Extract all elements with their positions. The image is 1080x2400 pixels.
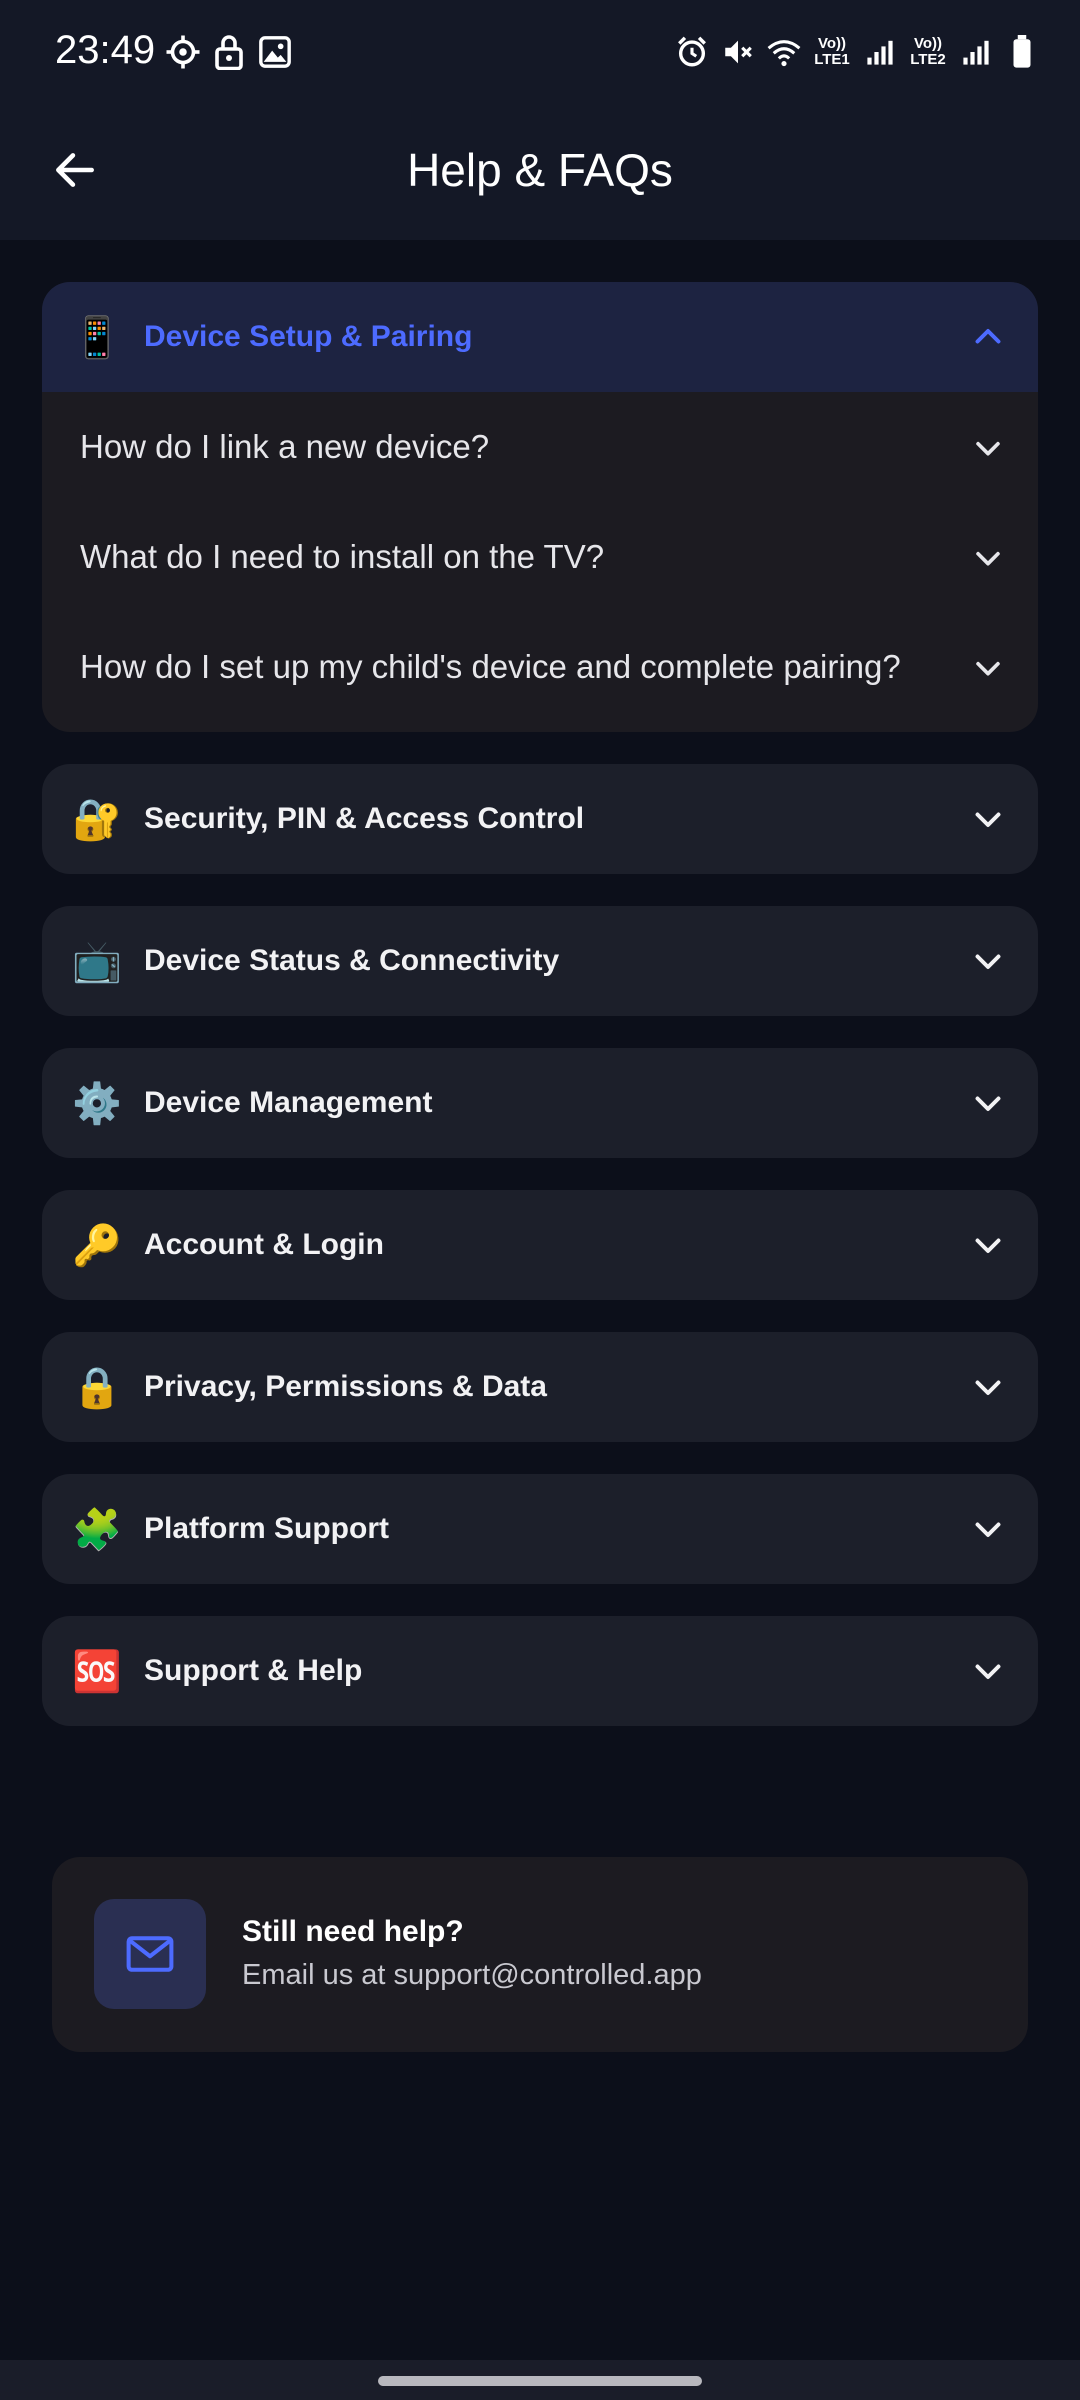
battery-icon [1004,32,1040,72]
faq-section-header[interactable]: 🆘 Support & Help [42,1616,1038,1726]
lte2-label: Vo)) LTE2 [910,35,946,68]
television-icon: 📺 [72,939,122,984]
settings-icon [165,32,201,72]
faq-section-title: Security, PIN & Access Control [144,802,585,835]
chevron-down-icon [968,1225,1008,1265]
lte2-signal-icon [958,32,994,72]
chevron-down-icon [968,1367,1008,1407]
faq-section-support-help: 🆘 Support & Help [42,1616,1038,1726]
page-title: Help & FAQs [407,144,673,196]
status-time: 23:49 [55,28,156,72]
faq-section-device-setup: 📱 Device Setup & Pairing How do I link a… [42,282,1038,732]
help-card-email[interactable]: Email us at support@controlled.app [242,1959,702,1992]
faq-section-platform-support: 🧩 Platform Support [42,1474,1038,1584]
chevron-down-icon [968,941,1008,981]
faq-question-list: How do I link a new device? What do I ne… [42,392,1038,732]
faq-question[interactable]: How do I link a new device? [42,392,1038,502]
mobile-phone-icon: 📱 [72,315,122,360]
gear-icon: ⚙️ [72,1081,122,1126]
faq-question-text: How do I set up my child's device and co… [80,648,901,685]
chevron-down-icon [968,799,1008,839]
chevron-down-icon [968,1651,1008,1691]
puzzle-piece-icon: 🧩 [72,1507,122,1552]
faq-section-title: Device Management [144,1086,433,1119]
image-icon [257,32,293,72]
faq-section-account-login: 🔑 Account & Login [42,1190,1038,1300]
chevron-up-icon [968,317,1008,357]
lock-icon [211,32,247,72]
faq-question-text: What do I need to install on the TV? [80,538,605,575]
faq-sections: 📱 Device Setup & Pairing How do I link a… [42,282,1038,1758]
faq-question[interactable]: How do I set up my child's device and co… [42,612,1038,726]
faq-section-title: Account & Login [144,1228,384,1261]
faq-section-title: Device Status & Connectivity [144,944,560,977]
chevron-down-icon [968,1509,1008,1549]
faq-section-title: Device Setup & Pairing [144,320,473,353]
alarm-icon [674,32,710,72]
help-card-title: Still need help? [242,1915,464,1948]
faq-section-header[interactable]: 🧩 Platform Support [42,1474,1038,1584]
lte1-label: Vo)) LTE1 [814,35,850,68]
key-icon: 🔑 [72,1223,122,1268]
wifi-icon [766,32,802,72]
contact-support-card[interactable]: Still need help? Email us at support@con… [52,1857,1028,2052]
faq-section-device-status: 📺 Device Status & Connectivity [42,906,1038,1016]
sos-icon: 🆘 [72,1649,122,1694]
lte1-signal-icon [862,32,898,72]
home-gesture-pill[interactable] [378,2376,702,2386]
faq-section-title: Platform Support [144,1512,389,1545]
faq-section-header[interactable]: ⚙️ Device Management [42,1048,1038,1158]
chevron-down-icon [968,648,1008,688]
app-bar: Help & FAQs [0,105,1080,240]
faq-section-device-management: ⚙️ Device Management [42,1048,1038,1158]
gesture-navigation-bar [0,2360,1080,2400]
chevron-down-icon [968,538,1008,578]
faq-section-header[interactable]: 📺 Device Status & Connectivity [42,906,1038,1016]
faq-section-title: Support & Help [144,1654,363,1687]
padlock-icon: 🔒 [72,1365,122,1410]
mute-icon [720,32,756,72]
faq-question[interactable]: What do I need to install on the TV? [42,502,1038,612]
faq-section-header[interactable]: 🔐 Security, PIN & Access Control [42,764,1038,874]
faq-section-privacy: 🔒 Privacy, Permissions & Data [42,1332,1038,1442]
chevron-down-icon [968,1083,1008,1123]
lock-with-key-icon: 🔐 [72,797,122,842]
faq-question-text: How do I link a new device? [80,428,490,465]
status-bar: 23:49 Vo)) LTE1 Vo)) LTE2 [0,0,1080,105]
chevron-down-icon [968,428,1008,468]
faq-section-security: 🔐 Security, PIN & Access Control [42,764,1038,874]
faq-section-header[interactable]: 🔑 Account & Login [42,1190,1038,1300]
faq-section-title: Privacy, Permissions & Data [144,1370,547,1403]
faq-section-header[interactable]: 🔒 Privacy, Permissions & Data [42,1332,1038,1442]
mail-icon [94,1899,206,2009]
faq-section-header[interactable]: 📱 Device Setup & Pairing [42,282,1038,392]
